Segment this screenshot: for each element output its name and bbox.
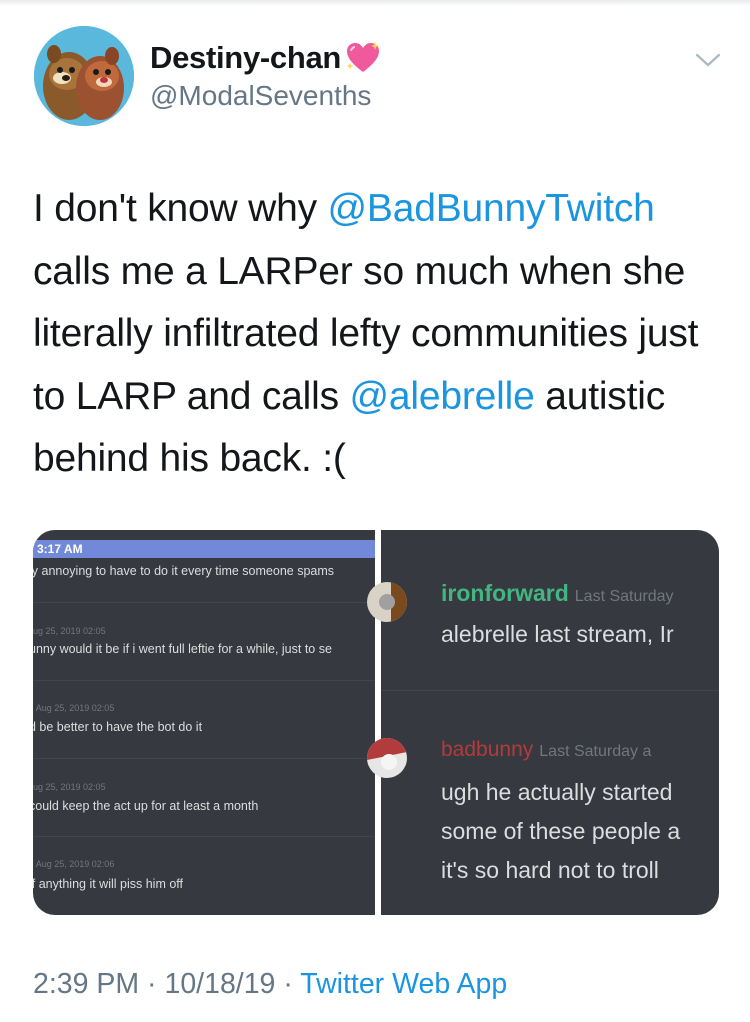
author-marker: d [33, 702, 34, 714]
chat-message: ugh he actually started [441, 779, 673, 805]
display-name[interactable]: Destiny-chan [150, 40, 341, 76]
chat-message: could keep the act up for at least a mon… [33, 799, 259, 813]
chat-message: unny would it be if i went full leftie f… [33, 642, 332, 656]
separator: · [275, 968, 301, 1000]
sparkling-heart-icon [347, 42, 380, 72]
mention-link[interactable]: @BadBunnyTwitch [328, 187, 655, 230]
chat-message: alebrelle last stream, Ir [441, 621, 674, 647]
tweet-text: I don't know why @BadBunnyTwitch calls m… [33, 178, 733, 491]
source-app-link[interactable]: Twitter Web App [300, 968, 507, 1000]
chat-message: it's so hard not to troll [441, 857, 659, 883]
user-avatar [367, 582, 407, 622]
tweet-media[interactable]: e 3:17 AM ly annoying to have to do it e… [33, 530, 719, 915]
chat-message: some of these people a [441, 818, 681, 844]
divider [33, 602, 375, 603]
divider [381, 690, 719, 691]
user-handle[interactable]: @ModalSevenths [150, 80, 371, 112]
tweet-footer: 2:39 PM · 10/18/19 · Twitter Web App [33, 968, 507, 1001]
chevron-down-icon[interactable] [694, 50, 722, 70]
screenshot-right[interactable]: ironforward Last Saturday alebrelle last … [367, 530, 719, 915]
highlight-bar [33, 540, 375, 558]
divider [33, 836, 375, 837]
message-timestamp: Aug 25, 2019 02:05 [33, 782, 106, 792]
author-marker: d [33, 858, 34, 870]
tweet-time[interactable]: 2:39 PM [33, 968, 139, 1000]
name-row: Destiny-chan [150, 40, 381, 76]
tweet-date[interactable]: 10/18/19 [164, 968, 275, 1000]
message-timestamp: Last Saturday [574, 588, 674, 605]
message-timestamp: Aug 25, 2019 02:05 [35, 703, 115, 713]
message-header: badbunny Last Saturday a [441, 738, 651, 762]
avatar-chipmunks-image [34, 26, 134, 126]
message-author: ironforward [441, 580, 569, 606]
user-avatar [367, 738, 407, 778]
highlight-timestamp: e 3:17 AM [33, 542, 83, 556]
chat-message: if anything it will piss him off [33, 877, 183, 891]
message-timestamp: Aug 25, 2019 02:05 [33, 626, 106, 636]
chat-message: ly annoying to have to do it every time … [33, 564, 335, 578]
message-header: ironforward Last Saturday [441, 580, 674, 607]
separator: · [139, 968, 165, 1000]
message-timestamp: Last Saturday a [539, 743, 652, 760]
top-fade [0, 0, 750, 6]
screenshot-left[interactable]: e 3:17 AM ly annoying to have to do it e… [33, 530, 375, 915]
divider [33, 680, 375, 681]
divider [33, 758, 375, 759]
message-author: badbunny [441, 738, 534, 761]
mention-link[interactable]: @alebrelle [350, 375, 535, 418]
chat-message: d be better to have the bot do it [33, 720, 203, 734]
message-timestamp: Aug 25, 2019 02:06 [35, 859, 115, 869]
tweet-text-part: I don't know why [33, 187, 328, 230]
avatar[interactable] [34, 26, 134, 126]
